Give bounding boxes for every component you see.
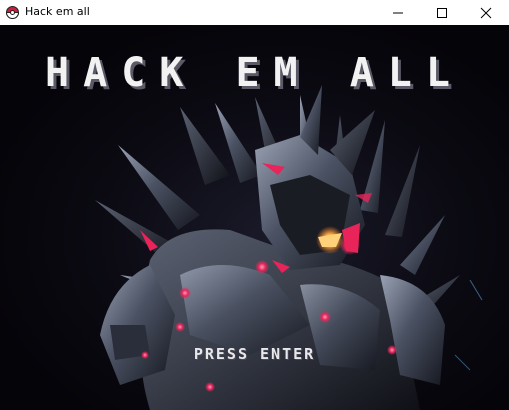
maximize-icon (437, 7, 447, 18)
close-button[interactable] (464, 0, 508, 25)
maximize-button[interactable] (420, 0, 464, 25)
title-bar[interactable]: Hack em all (0, 0, 509, 25)
game-title: HACK EM ALL (45, 50, 464, 96)
close-icon (480, 7, 492, 18)
window-title: Hack em all (25, 5, 90, 18)
pokeball-icon (6, 6, 19, 19)
minimize-button[interactable] (376, 0, 420, 25)
game-canvas[interactable]: HACK EM ALL PRESS ENTER (0, 25, 509, 410)
press-enter-prompt: PRESS ENTER (193, 345, 316, 363)
minimize-icon (393, 12, 403, 13)
game-window: Hack em all HACK EM ALL PRESS ENTER (0, 0, 509, 410)
